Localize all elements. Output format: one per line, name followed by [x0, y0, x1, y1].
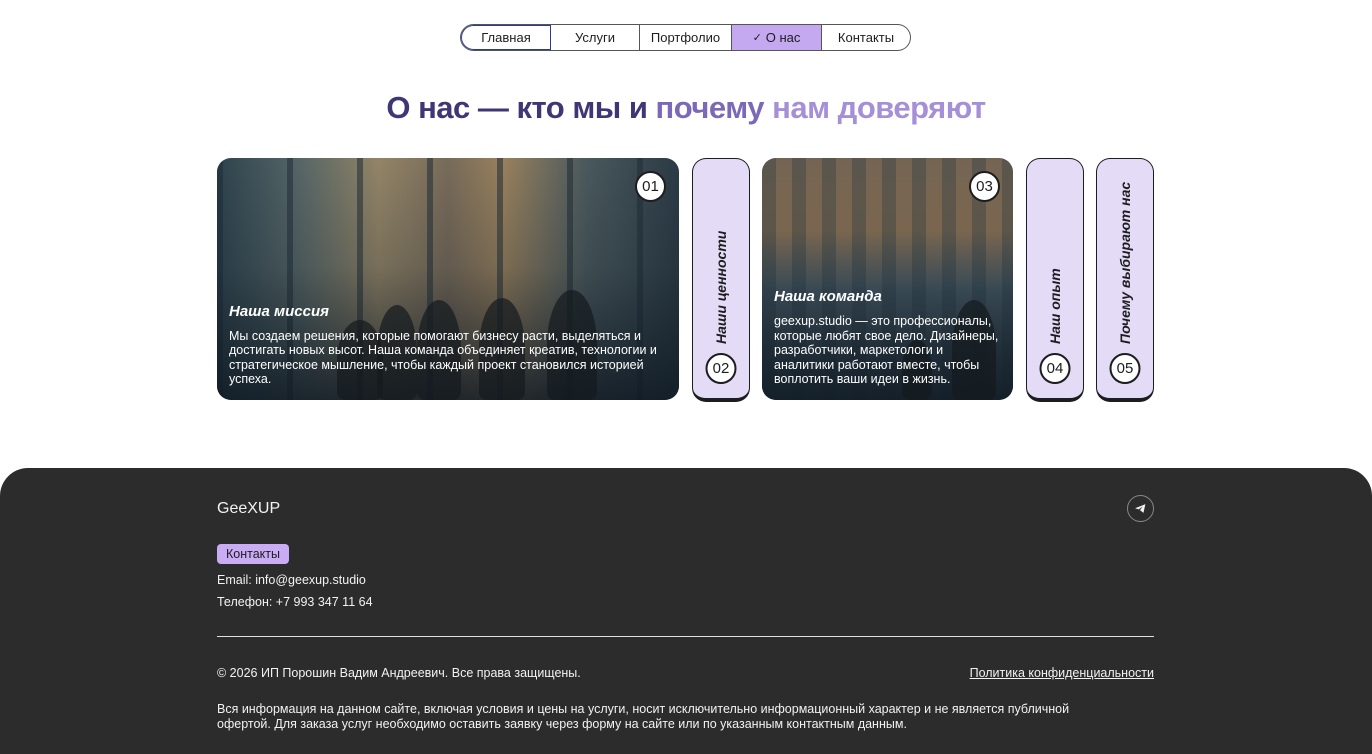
check-icon: ✓ [752, 32, 762, 44]
card-team[interactable]: 03 Наша команда geexup.studio — это проф… [762, 158, 1013, 400]
why-us-label: Почему выбирают нас [1117, 181, 1133, 344]
footer-email[interactable]: Email: info@geexup.studio [217, 573, 366, 587]
page-title-part2: почему [655, 90, 773, 125]
telegram-icon[interactable] [1127, 495, 1154, 522]
nav-home[interactable]: Главная [461, 25, 551, 50]
nav-about-label: О нас [765, 30, 801, 45]
team-title: Наша команда [774, 288, 882, 306]
card-number-04: 04 [1039, 353, 1071, 384]
nav-portfolio[interactable]: Портфолио [640, 25, 732, 50]
footer-brand[interactable]: GeeXUP [217, 500, 280, 518]
nav-about[interactable]: ✓ О нас [732, 25, 822, 50]
card-number-05: 05 [1109, 353, 1141, 384]
contacts-badge: Контакты [217, 544, 289, 564]
values-label: Наши ценности [713, 230, 729, 344]
main-nav: Главная Услуги Портфолио ✓ О нас Контакты [460, 24, 911, 51]
nav-services[interactable]: Услуги [551, 25, 640, 50]
experience-label: Наш опыт [1047, 268, 1063, 344]
team-description: geexup.studio — это профессионалы, котор… [774, 314, 999, 387]
mission-title: Наша миссия [229, 302, 329, 320]
nav-services-label: Услуги [575, 30, 615, 45]
nav-contacts-label: Контакты [837, 30, 895, 45]
footer-copyright: © 2026 ИП Порошин Вадим Андреевич. Все п… [217, 666, 581, 680]
tab-experience[interactable]: Наш опыт 04 [1026, 158, 1084, 402]
card-mission[interactable]: 01 Наша миссия Мы создаем решения, котор… [217, 158, 679, 400]
tab-values[interactable]: Наши ценности 02 [692, 158, 750, 402]
nav-contacts[interactable]: Контакты [822, 25, 910, 50]
footer-divider [217, 636, 1154, 637]
team-text-block: Наша команда geexup.studio — это професс… [774, 288, 1001, 387]
mission-text-block: Наша миссия Мы создаем решения, которые … [229, 303, 667, 387]
footer: GeeXUP Контакты Email: info@geexup.studi… [0, 468, 1372, 754]
page-title-part3: нам доверяют [772, 90, 986, 125]
mission-description: Мы создаем решения, которые помогают биз… [229, 328, 657, 387]
footer-disclaimer: Вся информация на данном сайте, включая … [217, 702, 1070, 731]
card-number-03: 03 [969, 171, 1000, 202]
card-number-02: 02 [705, 353, 737, 384]
page-title-part1: О нас — кто мы и [386, 90, 656, 125]
footer-phone[interactable]: Телефон: +7 993 347 11 64 [217, 595, 373, 609]
nav-portfolio-label: Портфолио [650, 30, 721, 45]
nav-home-label: Главная [481, 30, 531, 45]
page-title: О нас — кто мы и почему нам доверяют [0, 90, 1372, 126]
privacy-policy-link[interactable]: Политика конфиденциальности [970, 666, 1154, 680]
card-number-01: 01 [635, 171, 666, 202]
tab-why-us[interactable]: Почему выбирают нас 05 [1096, 158, 1154, 402]
